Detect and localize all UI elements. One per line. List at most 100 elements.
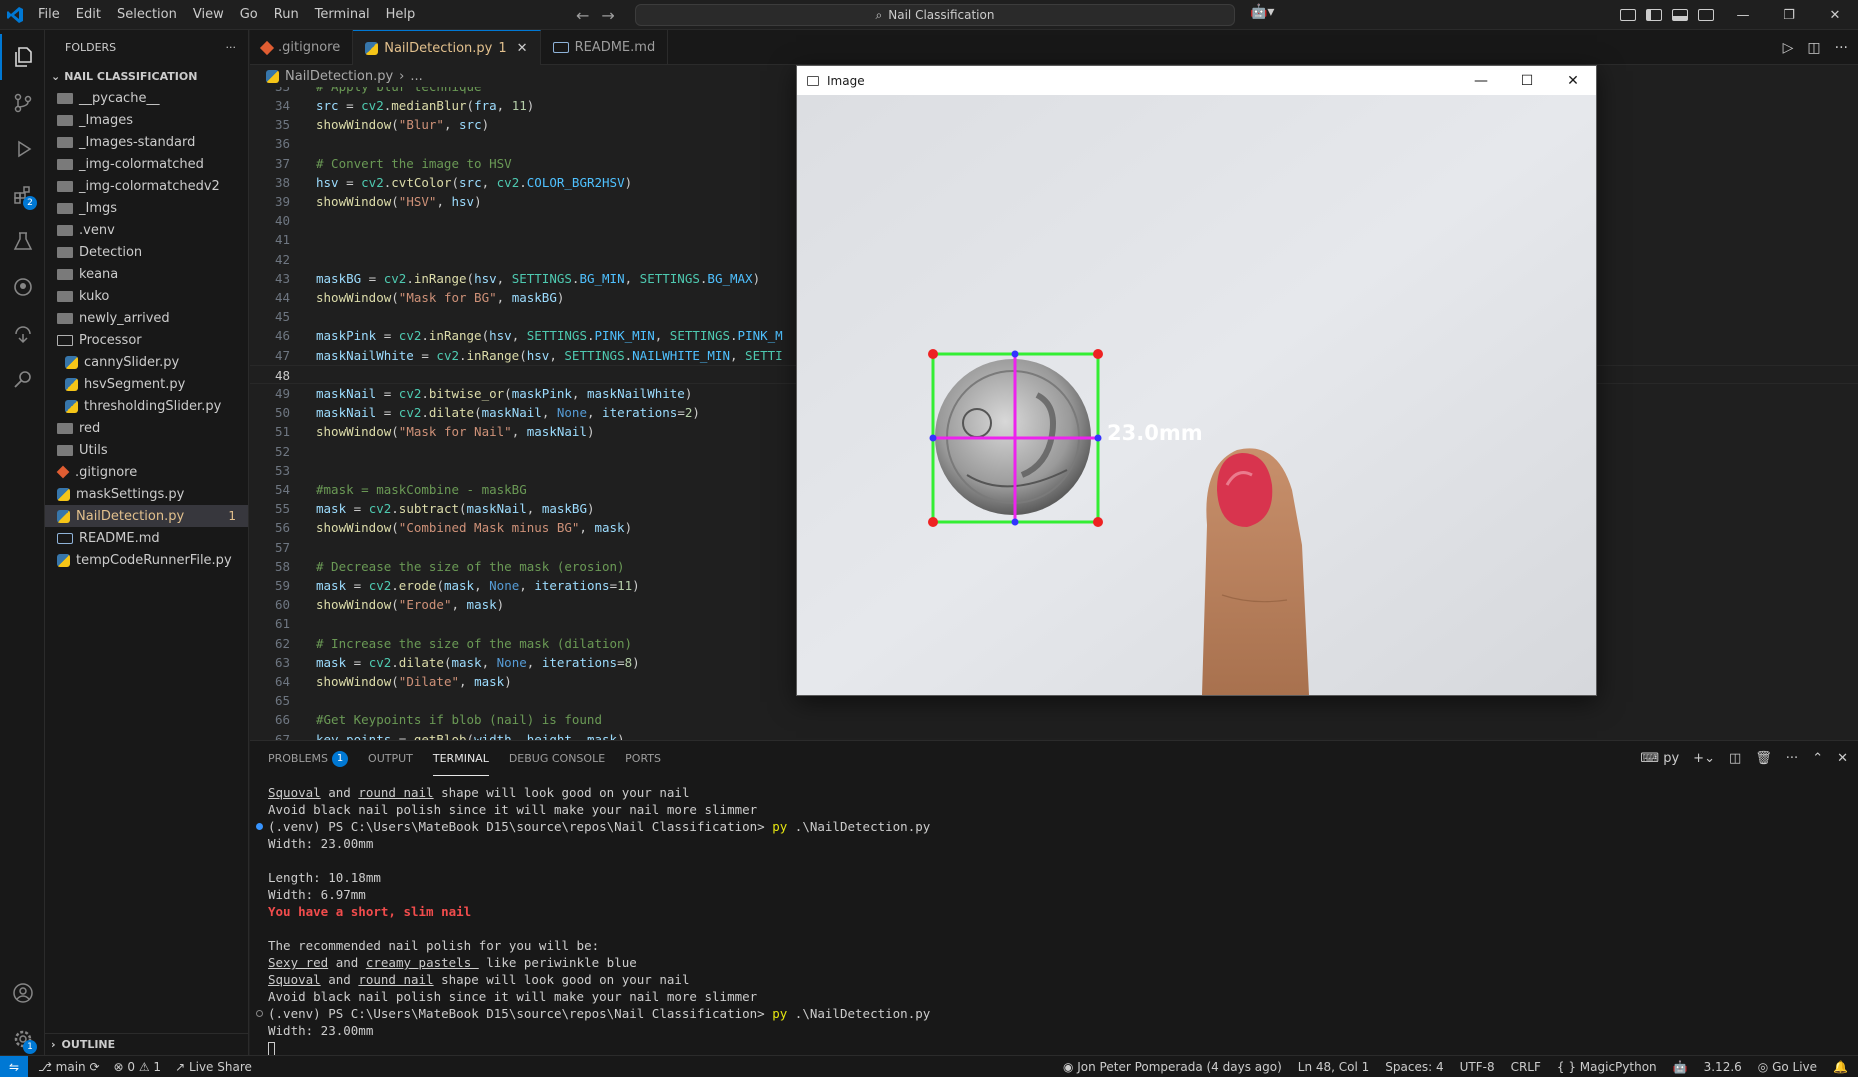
tree-item[interactable]: README.md	[45, 527, 248, 549]
tab-readme-md[interactable]: README.md	[541, 30, 669, 65]
source-control-icon[interactable]	[0, 80, 45, 126]
tree-item[interactable]: red	[45, 417, 248, 439]
go-live-status[interactable]: ◎ Go Live	[1758, 1060, 1817, 1074]
tree-item[interactable]: kuko	[45, 285, 248, 307]
more-actions-icon[interactable]: ···	[1786, 751, 1798, 766]
line-number: 51	[274, 424, 290, 440]
indentation[interactable]: Spaces: 4	[1385, 1060, 1443, 1074]
tree-item[interactable]: _img-colormatched	[45, 153, 248, 175]
terminal-shell-icon[interactable]: ⌨ py	[1640, 751, 1679, 766]
new-terminal-icon[interactable]: +⌄	[1693, 751, 1715, 766]
tree-item[interactable]: newly_arrived	[45, 307, 248, 329]
menu-edit[interactable]: Edit	[68, 0, 109, 30]
split-terminal-icon[interactable]: ◫	[1729, 751, 1741, 766]
back-arrow-icon[interactable]: ←	[576, 6, 589, 25]
image-window[interactable]: Image — ☐ ✕ 23.0mm	[796, 65, 1597, 696]
close-icon[interactable]: ✕	[1812, 0, 1858, 30]
git-blame-status[interactable]: ◉ Jon Peter Pomperada (4 days ago)	[1063, 1060, 1282, 1074]
tree-item[interactable]: _Images	[45, 109, 248, 131]
tree-item[interactable]: Detection	[45, 241, 248, 263]
more-actions-icon[interactable]: ···	[226, 41, 237, 54]
toggle-secondary-sidebar-icon[interactable]	[1698, 9, 1714, 21]
extensions-icon[interactable]: 2	[0, 172, 45, 218]
testing-icon[interactable]	[0, 218, 45, 264]
restore-icon[interactable]: ❐	[1766, 0, 1812, 30]
command-decoration-icon[interactable]	[256, 1010, 263, 1017]
tree-item[interactable]: .gitignore	[45, 461, 248, 483]
copilot-icon[interactable]: 🤖▾	[1250, 4, 1274, 20]
panel-tab-terminal[interactable]: TERMINAL	[432, 741, 489, 776]
minimize-icon[interactable]: —	[1720, 0, 1766, 30]
customize-layout-icon[interactable]	[1620, 9, 1636, 21]
menu-go[interactable]: Go	[232, 0, 266, 30]
panel-tab-debug-console[interactable]: DEBUG CONSOLE	[509, 741, 605, 776]
breadcrumb-file[interactable]: NailDetection.py	[285, 69, 393, 84]
terminal-output[interactable]: Squoval and round nail shape will look g…	[256, 784, 930, 1056]
run-debug-icon[interactable]	[0, 126, 45, 172]
problems-status[interactable]: ⊗ 0 ⚠ 1	[114, 1060, 162, 1074]
image-maximize-icon[interactable]: ☐	[1504, 66, 1550, 95]
tree-item[interactable]: Utils	[45, 439, 248, 461]
menu-terminal[interactable]: Terminal	[307, 0, 378, 30]
remote-explorer-icon[interactable]	[0, 310, 45, 356]
tree-item[interactable]: _Images-standard	[45, 131, 248, 153]
tree-item[interactable]: thresholdingSlider.py	[45, 395, 248, 417]
outline-section[interactable]: › OUTLINE	[45, 1033, 249, 1055]
cursor-position[interactable]: Ln 48, Col 1	[1298, 1060, 1370, 1074]
maximize-panel-icon[interactable]: ⌃	[1812, 751, 1823, 766]
image-minimize-icon[interactable]: —	[1458, 66, 1504, 95]
command-center-search[interactable]: ⌕ Nail Classification	[635, 4, 1235, 26]
menu-help[interactable]: Help	[378, 0, 424, 30]
more-actions-icon[interactable]: ···	[1835, 40, 1848, 56]
panel-tab-problems[interactable]: PROBLEMS 1	[268, 741, 349, 776]
workspace-section[interactable]: ⌄ NAIL CLASSIFICATION	[45, 65, 248, 87]
language-mode[interactable]: { } MagicPython	[1557, 1060, 1657, 1074]
python-version[interactable]: 3.12.6	[1704, 1060, 1742, 1074]
live-share-status[interactable]: ↗ Live Share	[175, 1060, 252, 1074]
search-icon[interactable]	[0, 356, 45, 402]
tree-item[interactable]: tempCodeRunnerFile.py	[45, 549, 248, 571]
line-number: 37	[274, 155, 290, 171]
branch-status[interactable]: ⎇ main ⟳	[38, 1060, 100, 1074]
tab-gitignore[interactable]: .gitignore	[250, 30, 354, 65]
menu-selection[interactable]: Selection	[109, 0, 185, 30]
tree-item[interactable]: NailDetection.py 1	[45, 505, 248, 527]
copilot-status-icon[interactable]: 🤖	[1673, 1060, 1688, 1074]
forward-arrow-icon[interactable]: →	[601, 6, 614, 25]
tree-item[interactable]: maskSettings.py	[45, 483, 248, 505]
menu-file[interactable]: File	[30, 0, 68, 30]
github-icon[interactable]	[0, 264, 45, 310]
line-number: 60	[274, 597, 290, 613]
tab-naildetection-py[interactable]: NailDetection.py 1 ✕	[353, 30, 541, 65]
split-editor-icon[interactable]: ◫	[1807, 40, 1820, 56]
code-text: showWindow("Dilate", mask)	[316, 674, 512, 689]
run-icon[interactable]: ▷	[1783, 40, 1794, 56]
panel-tab-output[interactable]: OUTPUT	[368, 741, 413, 776]
notifications-bell-icon[interactable]: 🔔	[1833, 1060, 1848, 1074]
accounts-icon[interactable]	[0, 970, 45, 1016]
image-close-icon[interactable]: ✕	[1550, 66, 1596, 95]
tree-item[interactable]: _Imgs	[45, 197, 248, 219]
toggle-sidebar-icon[interactable]	[1646, 9, 1662, 21]
close-panel-icon[interactable]: ✕	[1837, 751, 1848, 766]
line-ending[interactable]: CRLF	[1511, 1060, 1541, 1074]
close-tab-icon[interactable]: ✕	[517, 41, 528, 56]
panel-tab-ports[interactable]: PORTS	[625, 741, 661, 776]
tree-item[interactable]: hsvSegment.py	[45, 373, 248, 395]
tree-item[interactable]: cannySlider.py	[45, 351, 248, 373]
tree-item[interactable]: .venv	[45, 219, 248, 241]
breadcrumb-rest[interactable]: ...	[410, 69, 422, 84]
kill-terminal-icon[interactable]: 🗑	[1755, 751, 1772, 766]
remote-indicator-icon[interactable]: ⇋	[0, 1055, 28, 1077]
encoding[interactable]: UTF-8	[1460, 1060, 1495, 1074]
tree-item[interactable]: keana	[45, 263, 248, 285]
tree-item[interactable]: Processor	[45, 329, 248, 351]
tree-item[interactable]: _img-colormatchedv2	[45, 175, 248, 197]
menu-view[interactable]: View	[185, 0, 232, 30]
command-decoration-icon[interactable]	[256, 823, 263, 830]
tree-item[interactable]: __pycache__	[45, 87, 248, 109]
explorer-icon[interactable]	[0, 34, 45, 80]
sidebar-header: FOLDERS ···	[45, 30, 248, 65]
toggle-panel-icon[interactable]	[1672, 9, 1688, 21]
menu-run[interactable]: Run	[266, 0, 307, 30]
